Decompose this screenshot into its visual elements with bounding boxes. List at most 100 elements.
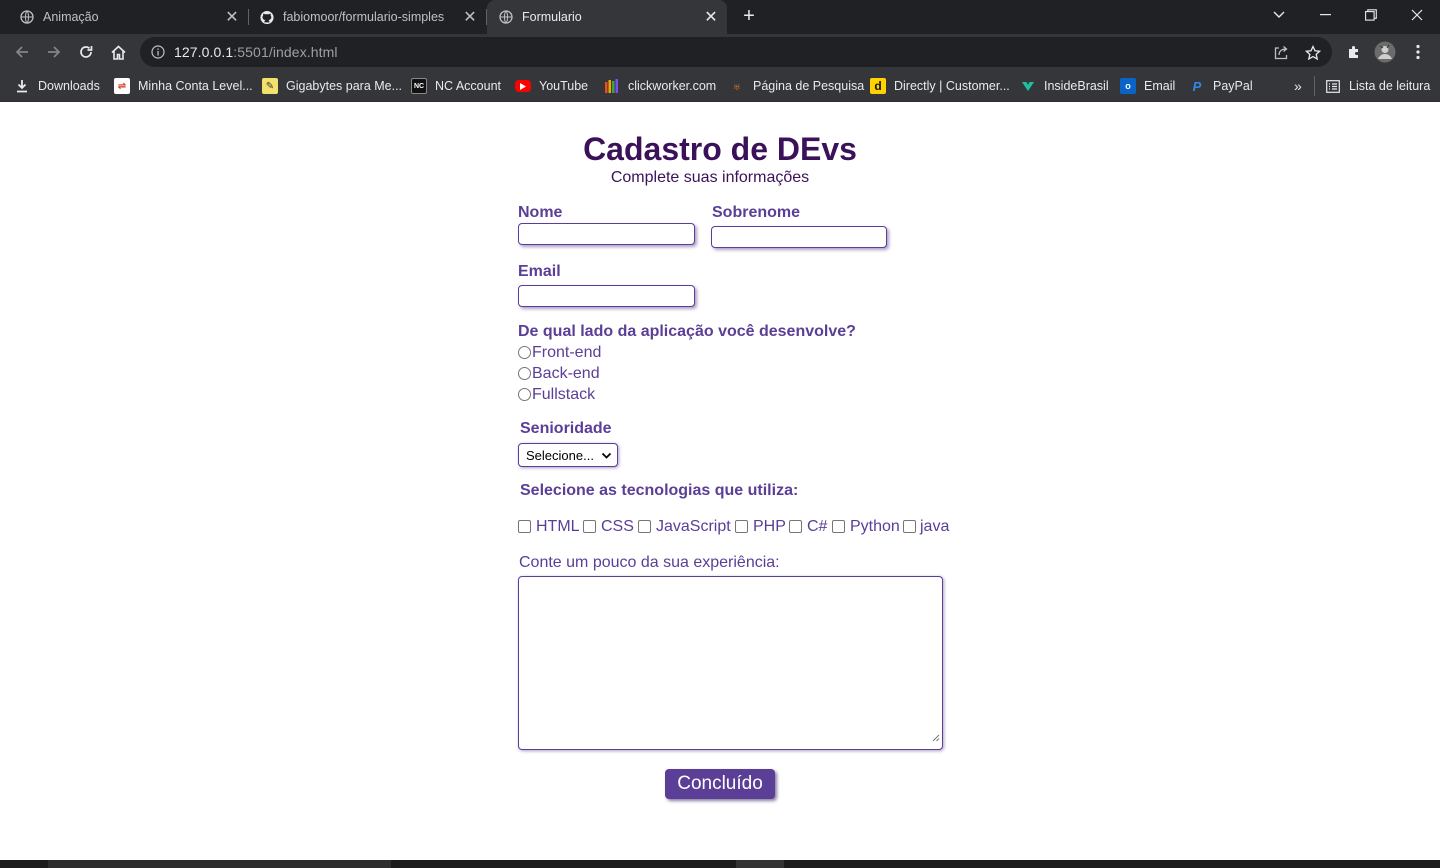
experience-textarea[interactable] [518,576,943,750]
bookmark-downloads[interactable]: Downloads [14,76,100,96]
globe-icon [20,10,34,24]
overflow-chevron-icon: » [1294,78,1302,94]
radio-label-fullstack: Fullstack [532,386,596,403]
bookmark-label: InsideBrasil [1044,79,1109,93]
page-title: Cadastro de DEvs [583,131,857,167]
star-icon[interactable] [1304,44,1322,62]
close-icon[interactable]: ✕ [703,7,719,27]
resize-handle-icon[interactable] [932,729,940,747]
bookmark-label: Downloads [38,79,100,93]
pesquisa-icon: ♅ [732,78,742,94]
checkbox-javascript[interactable] [638,520,651,533]
checkbox-java[interactable] [903,520,916,533]
checkbox-php[interactable] [735,520,748,533]
tab-github[interactable]: fabiomoor/formulario-simples ✕ [250,0,487,34]
share-icon[interactable] [1272,44,1290,62]
globe-icon [499,10,513,24]
bookmark-label: clickworker.com [628,79,717,93]
tab-search-icon[interactable] [1256,0,1302,30]
radio-back-end[interactable] [518,367,531,380]
reading-list-button[interactable]: Lista de leitura [1314,76,1430,96]
radio-front-end[interactable] [518,346,531,359]
seniority-selected-value: Selecione... [526,447,594,463]
seniority-label: Senioridade [520,420,612,437]
tab-title: Animação [43,10,99,24]
tab-strip: Animação ✕ fabiomoor/formulario-simples … [0,0,1440,34]
reload-button[interactable] [74,40,98,64]
bookmark-email[interactable]: o Email [1120,76,1175,96]
radio-label-front-end: Front-end [532,344,602,361]
checkbox-csharp[interactable] [789,520,802,533]
insidebrasil-icon [1020,78,1036,94]
bookmark-label: Email [1144,79,1176,93]
extensions-icon[interactable] [1342,40,1366,64]
checkbox-python[interactable] [832,520,845,533]
menu-icon[interactable] [1406,40,1430,64]
sobrenome-input[interactable] [711,226,887,248]
checkbox-label-python: Python [850,518,900,535]
profile-avatar[interactable] [1373,40,1397,64]
checkbox-html[interactable] [518,520,531,533]
bookmark-label: YouTube [539,79,589,93]
bookmark-label: Página de Pesquisa [753,79,865,93]
radio-label-back-end: Back-end [532,365,600,382]
radio-fullstack[interactable] [518,388,531,401]
back-button[interactable] [10,40,34,64]
bookmark-pesquisa[interactable]: ♅ Página de Pesquisa [729,76,864,96]
bookmark-directly[interactable]: d Directly | Customer... [870,76,1010,96]
checkbox-css[interactable] [583,520,596,533]
submit-button[interactable]: Concluído [665,769,775,799]
close-window-button[interactable] [1394,0,1440,30]
checkbox-label-java: java [920,518,950,535]
bookmark-level[interactable]: ⇌ Minha Conta Level... [114,76,253,96]
reading-list-icon [1325,78,1341,94]
email-label: Email [518,263,561,280]
nome-input[interactable] [518,223,695,245]
bookmark-label: Gigabytes para Me... [286,79,403,93]
level-icon: ⇌ [114,78,130,94]
url-host: 127.0.0.1 [174,44,234,60]
bookmark-youtube[interactable]: YouTube [515,76,588,96]
email-input[interactable] [518,285,695,307]
bookmark-label: Minha Conta Level... [138,79,253,93]
page-content: Cadastro de DEvs Complete suas informaçõ… [0,103,1440,860]
directly-icon: d [870,78,886,94]
close-icon[interactable]: ✕ [462,7,478,27]
gigabytes-icon: ✎ [262,78,278,94]
url-text: 127.0.0.1:5501/index.html [174,44,338,60]
minimize-button[interactable] [1302,0,1348,30]
url-path: :5501/index.html [233,44,338,60]
checkbox-label-html: HTML [536,518,580,535]
bookmark-gigabytes[interactable]: ✎ Gigabytes para Me... [262,76,402,96]
home-button[interactable] [106,40,130,64]
tab-animacao[interactable]: Animação ✕ [8,0,249,34]
info-icon[interactable] [150,44,166,60]
seniority-select[interactable]: Selecione... [518,443,618,467]
bookmark-clickworker[interactable]: clickworker.com [604,76,716,96]
bookmark-label: NC Account [435,79,502,93]
bookmarks-bar: Downloads ⇌ Minha Conta Level... ✎ Gigabyt… [0,70,1440,102]
download-icon [14,78,30,94]
address-bar[interactable]: 127.0.0.1:5501/index.html [140,37,1332,67]
bookmark-insidebrasil[interactable]: InsideBrasil [1020,76,1109,96]
forward-button[interactable] [42,40,66,64]
chevron-down-icon [601,449,612,464]
bookmark-label: Directly | Customer... [894,79,1010,93]
bookmark-label: PayPal [1213,79,1253,93]
bookmarks-overflow-button[interactable]: » [1294,76,1302,96]
sobrenome-label: Sobrenome [712,204,801,221]
nc-icon: NC [411,78,427,94]
close-icon[interactable]: ✕ [224,7,240,27]
bookmark-paypal[interactable]: P PayPal [1189,76,1253,96]
tech-label: Selecione as tecnologias que utiliza: [520,482,799,499]
github-icon [260,10,274,25]
new-tab-button[interactable]: + [738,5,760,27]
bookmark-nc-account[interactable]: NC NC Account [411,76,501,96]
page-subtitle: Complete suas informações [610,169,810,186]
tab-formulario[interactable]: Formulario ✕ [487,0,727,34]
taskbar-item[interactable] [48,860,391,868]
restore-button[interactable] [1348,0,1394,30]
browser-toolbar: 127.0.0.1:5501/index.html [0,34,1440,70]
reading-list-label: Lista de leitura [1349,79,1431,93]
taskbar-item[interactable] [736,860,784,868]
